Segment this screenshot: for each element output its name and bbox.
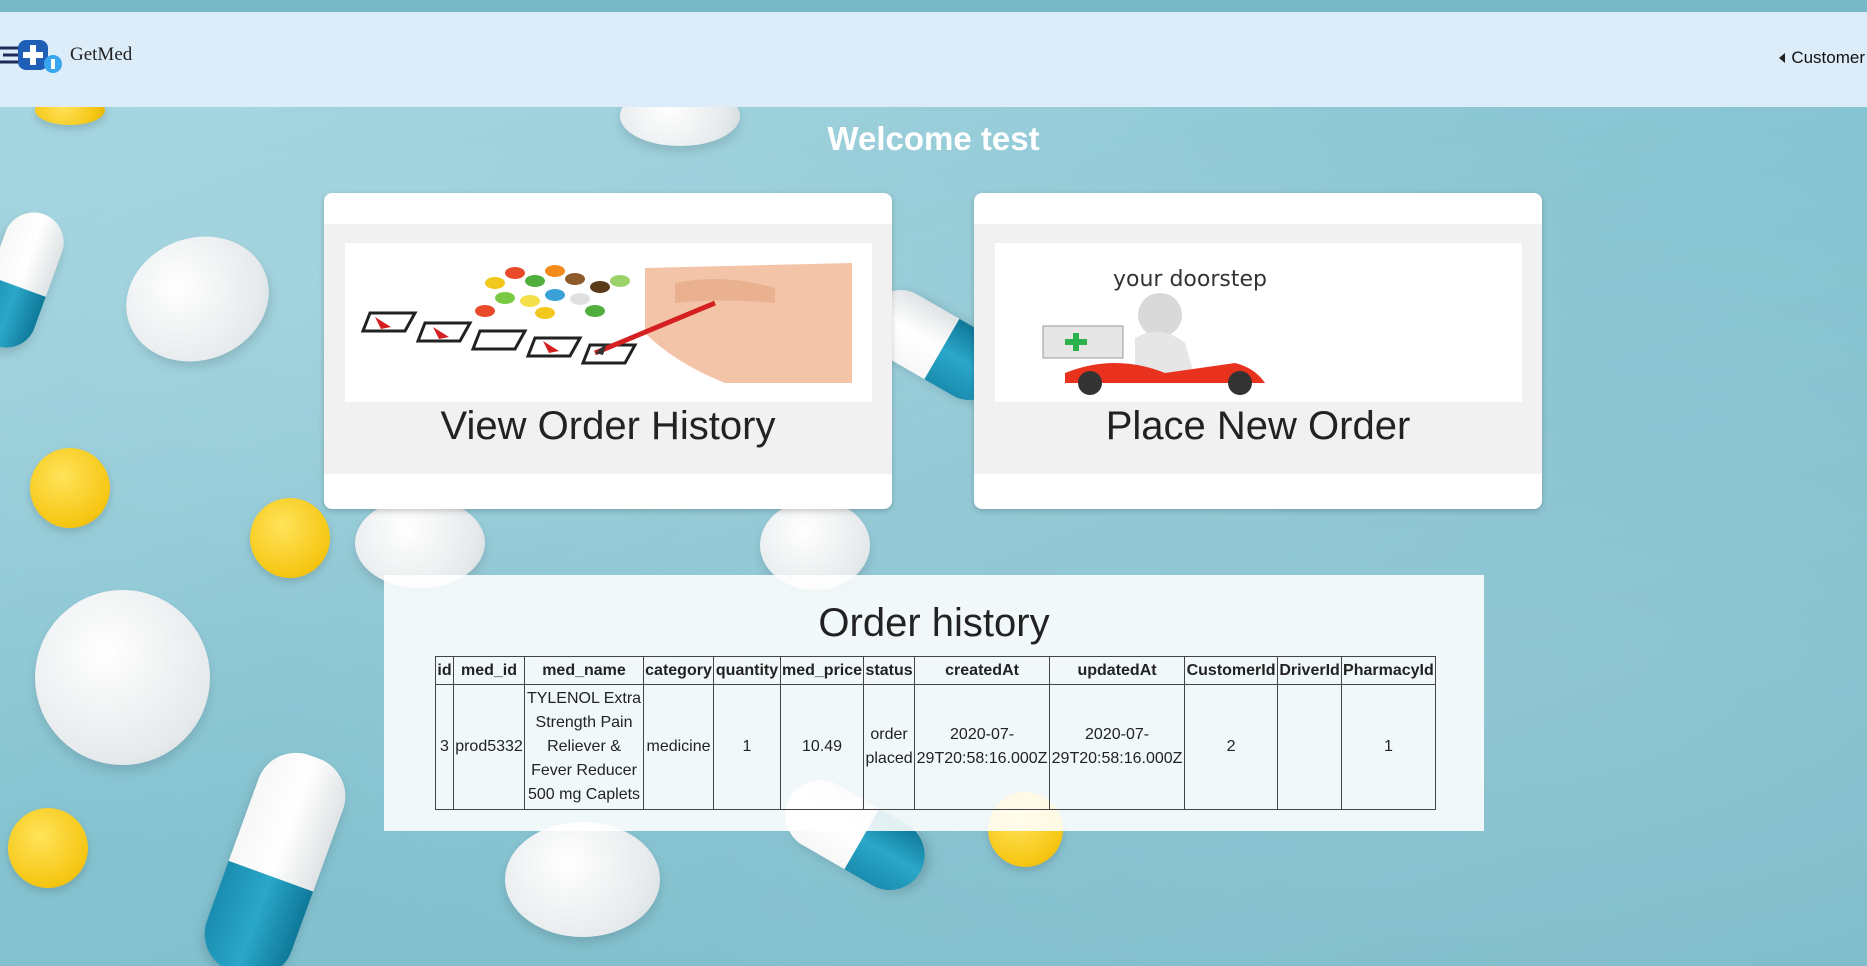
cell-med-id: prod5332 bbox=[453, 684, 525, 810]
order-history-title: Order history bbox=[818, 601, 1050, 645]
card-title: View Order History bbox=[440, 404, 776, 448]
cell-updated-at: 2020-07-29T20:58:16.000Z bbox=[1049, 684, 1186, 810]
image-caption: your doorstep bbox=[1113, 267, 1267, 292]
cell-med-name: TYLENOL Extra Strength Pain Reliever & F… bbox=[524, 684, 644, 810]
customer-menu[interactable]: Customer bbox=[1779, 48, 1865, 68]
customer-menu-label: Customer bbox=[1791, 48, 1865, 67]
cell-customer-id: 2 bbox=[1184, 684, 1279, 810]
column-header: med_id bbox=[453, 656, 525, 685]
column-header: CustomerId bbox=[1184, 656, 1279, 685]
place-new-order-card[interactable]: your doorstep Place New Order bbox=[974, 193, 1542, 509]
card-body: your doorstep Place New Order bbox=[974, 224, 1542, 474]
order-history-table: id med_id med_name category quantity med… bbox=[435, 656, 1436, 810]
brand-name: GetMed bbox=[70, 44, 133, 65]
view-order-history-card[interactable]: View Order History bbox=[324, 193, 892, 509]
cell-category: medicine bbox=[643, 684, 714, 810]
order-history-panel: Order history id med_id med_name categor… bbox=[384, 575, 1484, 831]
checklist-pills-image bbox=[345, 243, 872, 402]
column-header: quantity bbox=[713, 656, 781, 685]
table-header-row: id med_id med_name category quantity med… bbox=[435, 656, 1436, 685]
column-header: createdAt bbox=[914, 656, 1051, 685]
table-row: 3 prod5332 TYLENOL Extra Strength Pain R… bbox=[435, 684, 1436, 810]
card-title: Place New Order bbox=[1105, 404, 1411, 448]
column-header: med_name bbox=[524, 656, 644, 685]
navbar: GetMed Customer bbox=[0, 12, 1867, 107]
cell-status: order placed bbox=[863, 684, 916, 810]
brand-link[interactable]: GetMed bbox=[0, 34, 132, 76]
top-strip bbox=[0, 0, 1867, 12]
caret-left-icon bbox=[1779, 53, 1786, 63]
getmed-logo-icon bbox=[0, 40, 62, 73]
cell-created-at: 2020-07-29T20:58:16.000Z bbox=[914, 684, 1051, 810]
cell-id: 3 bbox=[435, 684, 454, 810]
column-header: category bbox=[643, 656, 714, 685]
column-header: med_price bbox=[779, 656, 865, 685]
cell-pharmacy-id: 1 bbox=[1341, 684, 1436, 810]
column-header: PharmacyId bbox=[1341, 656, 1436, 685]
column-header: status bbox=[863, 656, 916, 685]
card-body: View Order History bbox=[324, 224, 892, 474]
welcome-heading: Welcome test bbox=[827, 120, 1040, 157]
delivery-scooter-image: your doorstep bbox=[995, 243, 1522, 402]
cell-med-price: 10.49 bbox=[779, 684, 865, 810]
cell-quantity: 1 bbox=[713, 684, 781, 810]
cell-driver-id bbox=[1277, 684, 1343, 810]
column-header: DriverId bbox=[1277, 656, 1343, 685]
column-header: id bbox=[435, 656, 454, 685]
column-header: updatedAt bbox=[1049, 656, 1186, 685]
